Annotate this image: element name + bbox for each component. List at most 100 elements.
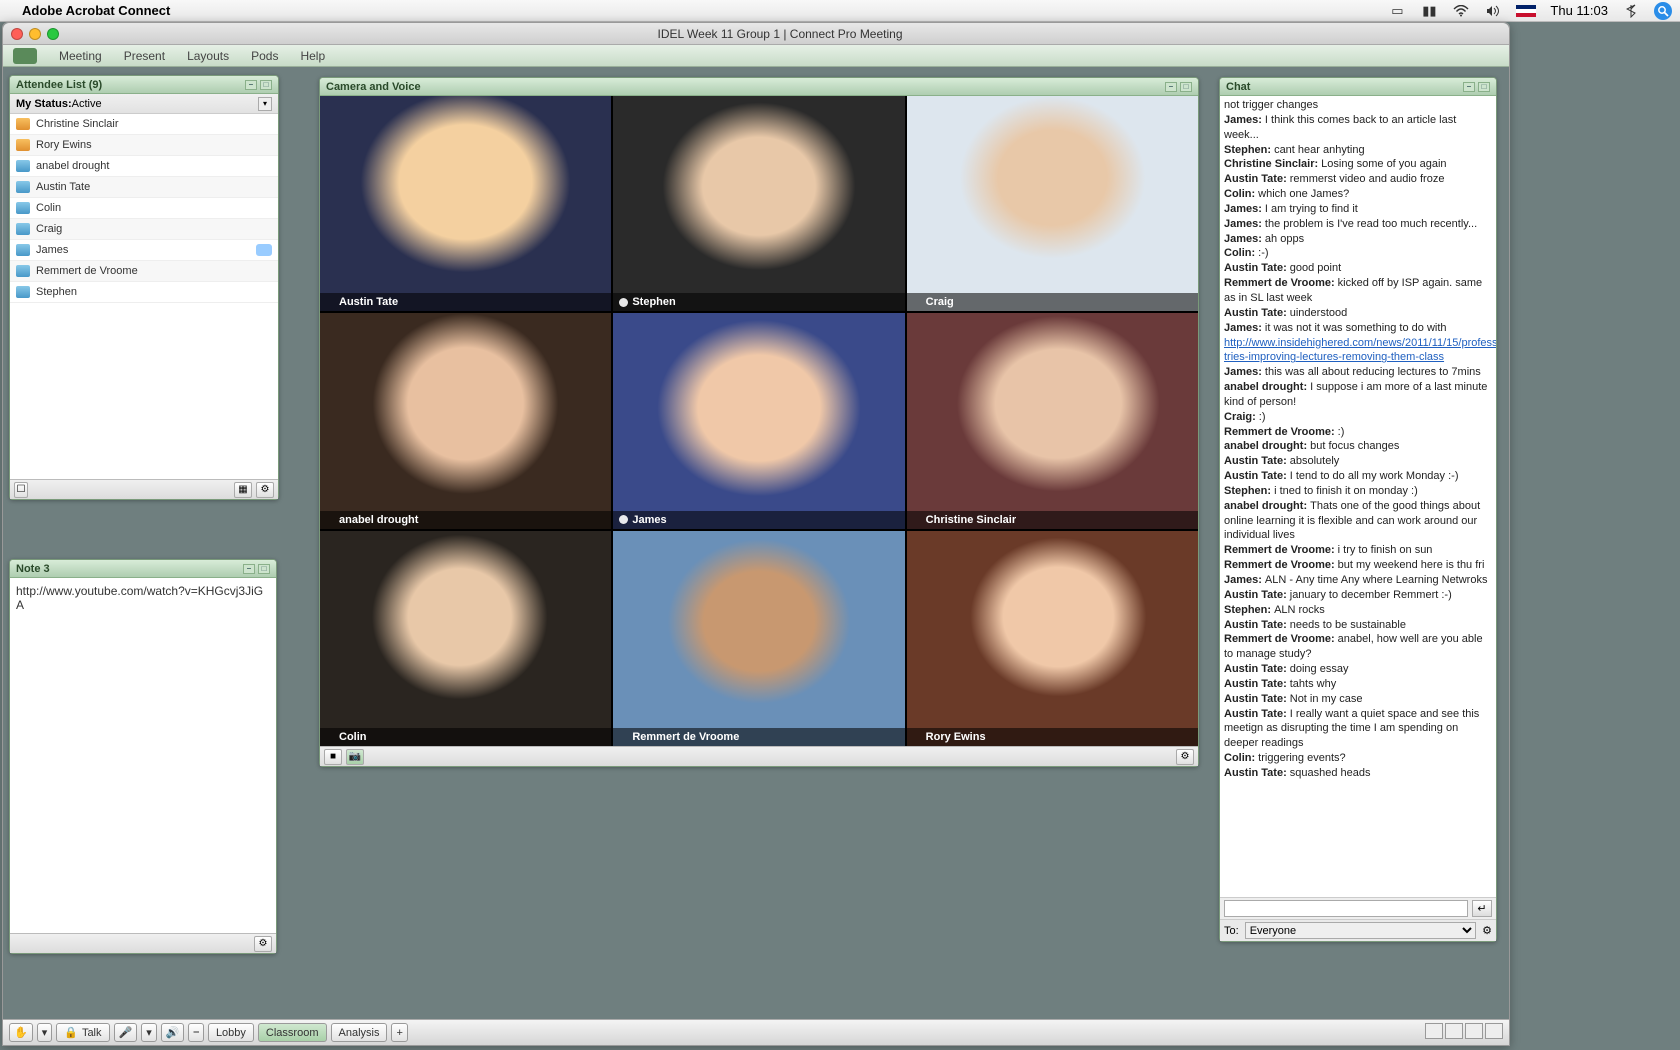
pod-header[interactable]: Chat – □ (1220, 78, 1496, 96)
add-room-button[interactable]: + (391, 1023, 407, 1042)
talk-button[interactable]: 🔒 Talk (56, 1023, 109, 1042)
chat-text: i try to finish on sun (1338, 544, 1433, 556)
menu-meeting[interactable]: Meeting (59, 49, 102, 63)
menu-help[interactable]: Help (300, 49, 325, 63)
chat-text: :) (1338, 426, 1345, 438)
pod-header[interactable]: Camera and Voice – □ (320, 78, 1198, 96)
camera-voice-pod: Camera and Voice – □ Austin TateStephenC… (319, 77, 1199, 767)
attendee-item[interactable]: Austin Tate (10, 177, 278, 198)
attendee-item[interactable]: Stephen (10, 282, 278, 303)
pod-minimize-icon[interactable]: – (1463, 82, 1475, 92)
bluetooth-icon[interactable] (1622, 4, 1640, 18)
wifi-icon[interactable] (1452, 4, 1470, 18)
attendee-item[interactable]: Rory Ewins (10, 135, 278, 156)
window-titlebar[interactable]: IDEL Week 11 Group 1 | Connect Pro Meeti… (3, 23, 1509, 45)
video-tile[interactable]: Rory Ewins (907, 531, 1198, 746)
video-tile[interactable]: Craig (907, 96, 1198, 311)
menu-layouts[interactable]: Layouts (187, 49, 229, 63)
spotlight-icon[interactable] (1654, 2, 1672, 20)
camera-stop-icon[interactable]: ■ (324, 749, 342, 765)
chat-to-select[interactable]: Everyone (1245, 922, 1476, 939)
attendee-item[interactable]: Colin (10, 198, 278, 219)
note-pod: Note 3 – □ http://www.youtube.com/watch?… (9, 559, 277, 954)
camera-start-icon[interactable]: 📷 (346, 749, 364, 765)
host-icon (16, 139, 30, 151)
mac-menubar: Adobe Acrobat Connect ▭ ▮▮ Thu 11:03 (0, 0, 1680, 22)
flag-icon[interactable] (1516, 5, 1536, 17)
volume-slider-icon[interactable]: ⎯ (188, 1023, 204, 1042)
chat-messages[interactable]: not trigger changesJames:I think this co… (1220, 96, 1496, 897)
chat-sender: Austin Tate: (1224, 619, 1287, 631)
speaker-button[interactable]: 🔊 (161, 1023, 185, 1042)
battery-icon[interactable]: ▮▮ (1420, 4, 1438, 18)
video-tile[interactable]: Remmert de Vroome (613, 531, 904, 746)
close-icon[interactable] (11, 28, 23, 40)
hand-raise-button[interactable]: ✋ (9, 1023, 33, 1042)
chat-sender: Austin Tate: (1224, 693, 1287, 705)
status-value: Active (72, 98, 102, 110)
pod-minimize-icon[interactable]: – (1165, 82, 1177, 92)
layout-2-icon[interactable] (1445, 1023, 1463, 1039)
traffic-lights[interactable] (11, 28, 59, 40)
chat-sender: anabel drought: (1224, 440, 1307, 452)
webcam-feed (320, 313, 611, 528)
status-row[interactable]: My Status: Active ▾ (10, 94, 278, 114)
clock[interactable]: Thu 11:03 (1550, 3, 1608, 18)
pod-maximize-icon[interactable]: □ (1478, 82, 1490, 92)
layout-3-icon[interactable] (1465, 1023, 1483, 1039)
options-icon[interactable]: ⚙ (1176, 749, 1194, 765)
video-tile[interactable]: Colin (320, 531, 611, 746)
minimize-icon[interactable] (29, 28, 41, 40)
options-icon[interactable]: ⚙ (256, 482, 274, 498)
video-tile[interactable]: Christine Sinclair (907, 313, 1198, 528)
attendee-item[interactable]: Craig (10, 219, 278, 240)
menu-present[interactable]: Present (124, 49, 165, 63)
app-name[interactable]: Adobe Acrobat Connect (22, 3, 170, 18)
status-dropdown-icon[interactable]: ▾ (258, 97, 272, 111)
mic-dropdown-icon[interactable]: ▾ (141, 1023, 157, 1042)
video-tile[interactable]: James (613, 313, 904, 528)
zoom-icon[interactable] (47, 28, 59, 40)
display-icon[interactable]: ▭ (1388, 4, 1406, 18)
room-classroom[interactable]: Classroom (258, 1023, 327, 1042)
video-tile[interactable]: Stephen (613, 96, 904, 311)
mic-button[interactable]: 🎤 (114, 1023, 138, 1042)
chat-link[interactable]: http://www.insidehighered.com/news/2011/… (1224, 337, 1496, 364)
chat-input-row: ↵ (1220, 897, 1496, 919)
chat-text: needs to be sustainable (1290, 619, 1406, 631)
video-tile[interactable]: anabel drought (320, 313, 611, 528)
chat-send-button[interactable]: ↵ (1472, 900, 1492, 917)
layout-1-icon[interactable] (1425, 1023, 1443, 1039)
chat-message: James:ah opps (1224, 232, 1492, 247)
attendee-item[interactable]: Remmert de Vroome (10, 261, 278, 282)
attendee-item[interactable]: anabel drought (10, 156, 278, 177)
pod-header[interactable]: Attendee List (9) – □ (10, 76, 278, 94)
layout-switcher[interactable] (1423, 1023, 1503, 1042)
layout-4-icon[interactable] (1485, 1023, 1503, 1039)
grid-icon[interactable]: ▦ (234, 482, 252, 498)
pod-minimize-icon[interactable]: – (245, 80, 257, 90)
chat-text: ALN rocks (1274, 604, 1325, 616)
attendee-item[interactable]: James (10, 240, 278, 261)
room-analysis[interactable]: Analysis (331, 1023, 388, 1042)
chat-message: Stephen:cant hear anhyting (1224, 143, 1492, 158)
pod-header[interactable]: Note 3 – □ (10, 560, 276, 578)
room-lobby[interactable]: Lobby (208, 1023, 254, 1042)
pod-maximize-icon[interactable]: □ (260, 80, 272, 90)
chat-message: James:this was all about reducing lectur… (1224, 365, 1492, 380)
pod-minimize-icon[interactable]: – (243, 564, 255, 574)
note-content[interactable]: http://www.youtube.com/watch?v=KHGcvj3Ji… (10, 578, 276, 933)
volume-icon[interactable] (1484, 4, 1502, 18)
attendee-name: Remmert de Vroome (36, 265, 138, 277)
chat-text: but focus changes (1310, 440, 1399, 452)
pod-maximize-icon[interactable]: □ (258, 564, 270, 574)
hand-dropdown-icon[interactable]: ▾ (37, 1023, 53, 1042)
menu-pods[interactable]: Pods (251, 49, 278, 63)
checkbox-icon[interactable]: ☐ (14, 482, 28, 498)
video-tile[interactable]: Austin Tate (320, 96, 611, 311)
pod-maximize-icon[interactable]: □ (1180, 82, 1192, 92)
attendee-item[interactable]: Christine Sinclair (10, 114, 278, 135)
chat-input[interactable] (1224, 900, 1468, 917)
options-icon[interactable]: ⚙ (1482, 924, 1492, 937)
options-icon[interactable]: ⚙ (254, 936, 272, 952)
